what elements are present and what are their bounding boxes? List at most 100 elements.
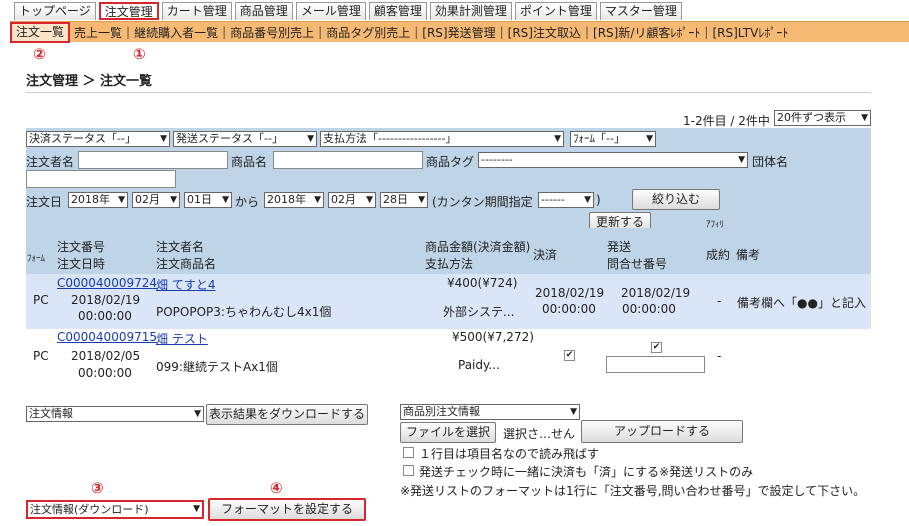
col-form: ﾌｫｰﾑ bbox=[27, 254, 46, 264]
col-product-name: 注文商品名 bbox=[156, 257, 217, 271]
set-format-button[interactable]: フォーマットを設定する bbox=[208, 498, 366, 521]
order-date-label: 注文日 bbox=[26, 195, 63, 209]
row1-order-number-link[interactable]: C000040009724 bbox=[57, 276, 157, 290]
skip-header-checkbox[interactable] bbox=[403, 447, 414, 458]
row1-settle-time: 00:00:00 bbox=[542, 302, 596, 316]
product-order-info-select[interactable]: 商品別注文情報 bbox=[400, 404, 580, 420]
row2-product: 099:継続テストAx1個 bbox=[156, 360, 278, 374]
choose-file-button[interactable]: ファイルを選択 bbox=[400, 422, 496, 443]
col-success: 成約 bbox=[706, 248, 731, 262]
easy-period-label: (カンタン期間指定 bbox=[432, 195, 533, 209]
row1-settle-date: 2018/02/19 bbox=[535, 286, 605, 300]
nav-tab-master[interactable]: マスター管理 bbox=[599, 2, 682, 20]
col-inquiry-number: 問合せ番号 bbox=[607, 257, 668, 271]
from-day-select[interactable]: 01日 bbox=[184, 192, 232, 208]
nav-tab-order-management[interactable]: 注文管理 bbox=[98, 2, 159, 20]
to-month-select[interactable]: 02月 bbox=[328, 192, 376, 208]
row1-time: 00:00:00 bbox=[78, 309, 132, 323]
to-day-select[interactable]: 28日 bbox=[380, 192, 428, 208]
nav-tab-analytics[interactable]: 効果計測管理 bbox=[429, 2, 512, 20]
result-count: 1-2件目 / 2件中 bbox=[683, 114, 770, 128]
sub-nav: 注文一覧 売上一覧 | 継続購入者一覧 | 商品番号別売上 | 商品タグ別売上 | [R… bbox=[10, 21, 909, 43]
from-year-select[interactable]: 2018年 bbox=[68, 192, 128, 208]
subnav-rs-ltv-report[interactable]: [RS]LTVﾚﾎﾟｰﾄ bbox=[708, 24, 792, 41]
no-file-text: 選択さ…せん bbox=[503, 427, 576, 441]
row1-ship-time: 00:00:00 bbox=[622, 302, 676, 316]
col-payment-method: 支払方法 bbox=[425, 257, 474, 271]
subnav-rs-order-import[interactable]: [RS]注文取込 bbox=[504, 24, 585, 41]
product-tag-label: 商品タグ bbox=[426, 155, 475, 169]
order-info-select[interactable]: 注文情報 bbox=[26, 406, 204, 422]
subnav-order-list[interactable]: 注文一覧 bbox=[10, 21, 71, 43]
to-year-select[interactable]: 2018年 bbox=[264, 192, 324, 208]
date-range-kara: から bbox=[235, 195, 260, 209]
group-name-label: 団体名 bbox=[752, 155, 789, 169]
subnav-sales-list[interactable]: 売上一覧 bbox=[70, 24, 126, 41]
row2-payment: Paidy... bbox=[458, 358, 500, 372]
row1-orderer-link[interactable]: 畑 てすと4 bbox=[156, 276, 215, 293]
subnav-rs-shipping[interactable]: [RS]発送管理 bbox=[418, 24, 499, 41]
marker-4: ④ bbox=[270, 479, 283, 497]
row2-date: 2018/02/05 bbox=[71, 349, 141, 363]
breadcrumb: 注文管理 ＞ 注文一覧 bbox=[26, 74, 153, 89]
marker-2: ② bbox=[33, 45, 46, 63]
row2-inquiry-input[interactable] bbox=[606, 356, 705, 373]
subnav-rs-new-repeat-report[interactable]: [RS]新/リ顧客ﾚﾎﾟｰﾄ bbox=[589, 24, 704, 41]
orderer-name-label: 注文者名 bbox=[26, 155, 75, 169]
payment-method-select[interactable]: 支払方法「-----------------」 bbox=[320, 131, 564, 147]
row1-success: - bbox=[717, 294, 722, 308]
product-tag-select[interactable]: -------- bbox=[478, 152, 748, 168]
product-name-label: 商品名 bbox=[231, 155, 268, 169]
easy-period-close: ) bbox=[596, 193, 601, 207]
nav-tab-top[interactable]: トップページ bbox=[14, 2, 96, 20]
col-shipping: 発送 bbox=[607, 240, 632, 254]
col-remarks: 備考 bbox=[736, 248, 761, 262]
group-name-input[interactable] bbox=[26, 170, 176, 188]
settle-with-ship-label: 発送チェック時に一緒に決済も「済」にする※発送リストのみ bbox=[419, 465, 754, 479]
upload-button[interactable]: アップロードする bbox=[581, 420, 743, 443]
row1-ship-date: 2018/02/19 bbox=[621, 286, 691, 300]
skip-header-label: １行目は項目名なので読み飛ばす bbox=[419, 447, 600, 461]
row1-product: POPOPOP3:ちゃわんむし4x1個 bbox=[156, 305, 332, 319]
row2-success: - bbox=[717, 349, 722, 363]
subnav-sales-by-product-no[interactable]: 商品番号別売上 bbox=[226, 24, 318, 41]
payment-status-select[interactable]: 決済ステータス「--」 bbox=[26, 131, 170, 147]
row2-settle-checkbox[interactable]: ✔ bbox=[564, 350, 575, 361]
col-amount: 商品金額(決済金額) bbox=[425, 240, 531, 254]
nav-tab-products[interactable]: 商品管理 bbox=[234, 2, 293, 20]
divider bbox=[26, 92, 871, 93]
subnav-recurring-buyers[interactable]: 継続購入者一覧 bbox=[130, 24, 222, 41]
orderer-name-input[interactable] bbox=[78, 151, 228, 169]
download-format-select[interactable]: 注文情報(ダウンロード) bbox=[26, 500, 204, 519]
download-results-button[interactable]: 表示結果をダウンロードする bbox=[206, 404, 368, 425]
row1-date: 2018/02/19 bbox=[71, 293, 141, 307]
top-nav: トップページ 注文管理 カート管理 商品管理 メール管理 顧客管理 効果計測管理… bbox=[14, 2, 682, 20]
nav-tab-customers[interactable]: 顧客管理 bbox=[368, 2, 427, 20]
subnav-sales-by-tag[interactable]: 商品タグ別売上 bbox=[322, 24, 414, 41]
row1-payment: 外部システ... bbox=[443, 305, 515, 319]
shipping-status-select[interactable]: 発送ステータス「--」 bbox=[173, 131, 317, 147]
col-affiliate: ｱﾌｨﾘ bbox=[706, 220, 725, 230]
col-orderer-name: 注文者名 bbox=[156, 240, 205, 254]
marker-3: ③ bbox=[91, 479, 104, 497]
easy-period-select[interactable]: ------ bbox=[538, 192, 594, 208]
row2-form: PC bbox=[33, 349, 49, 363]
form-select[interactable]: ﾌｫｰﾑ「--」 bbox=[570, 131, 656, 147]
settle-with-ship-checkbox[interactable] bbox=[403, 465, 414, 476]
narrow-down-button[interactable]: 絞り込む bbox=[632, 189, 720, 210]
per-page-select[interactable]: 20件ずつ表示 bbox=[774, 110, 871, 126]
row2-order-number-link[interactable]: C000040009715 bbox=[57, 330, 157, 344]
row2-amount: ¥500(¥7,272) bbox=[452, 330, 534, 344]
row2-ship-checkbox[interactable]: ✔ bbox=[651, 342, 662, 353]
marker-1: ① bbox=[133, 45, 146, 63]
from-month-select[interactable]: 02月 bbox=[132, 192, 180, 208]
col-settlement: 決済 bbox=[533, 248, 558, 262]
nav-tab-cart[interactable]: カート管理 bbox=[161, 2, 232, 20]
row1-form: PC bbox=[33, 293, 49, 307]
nav-tab-mail[interactable]: メール管理 bbox=[295, 2, 366, 20]
product-name-input[interactable] bbox=[273, 151, 423, 169]
format-note: ※発送リストのフォーマットは1行に「注文番号,問い合わせ番号」で設定して下さい。 bbox=[400, 484, 866, 498]
row2-time: 00:00:00 bbox=[78, 366, 132, 380]
nav-tab-points[interactable]: ポイント管理 bbox=[514, 2, 597, 20]
row2-orderer-link[interactable]: 畑 テスト bbox=[156, 330, 208, 347]
